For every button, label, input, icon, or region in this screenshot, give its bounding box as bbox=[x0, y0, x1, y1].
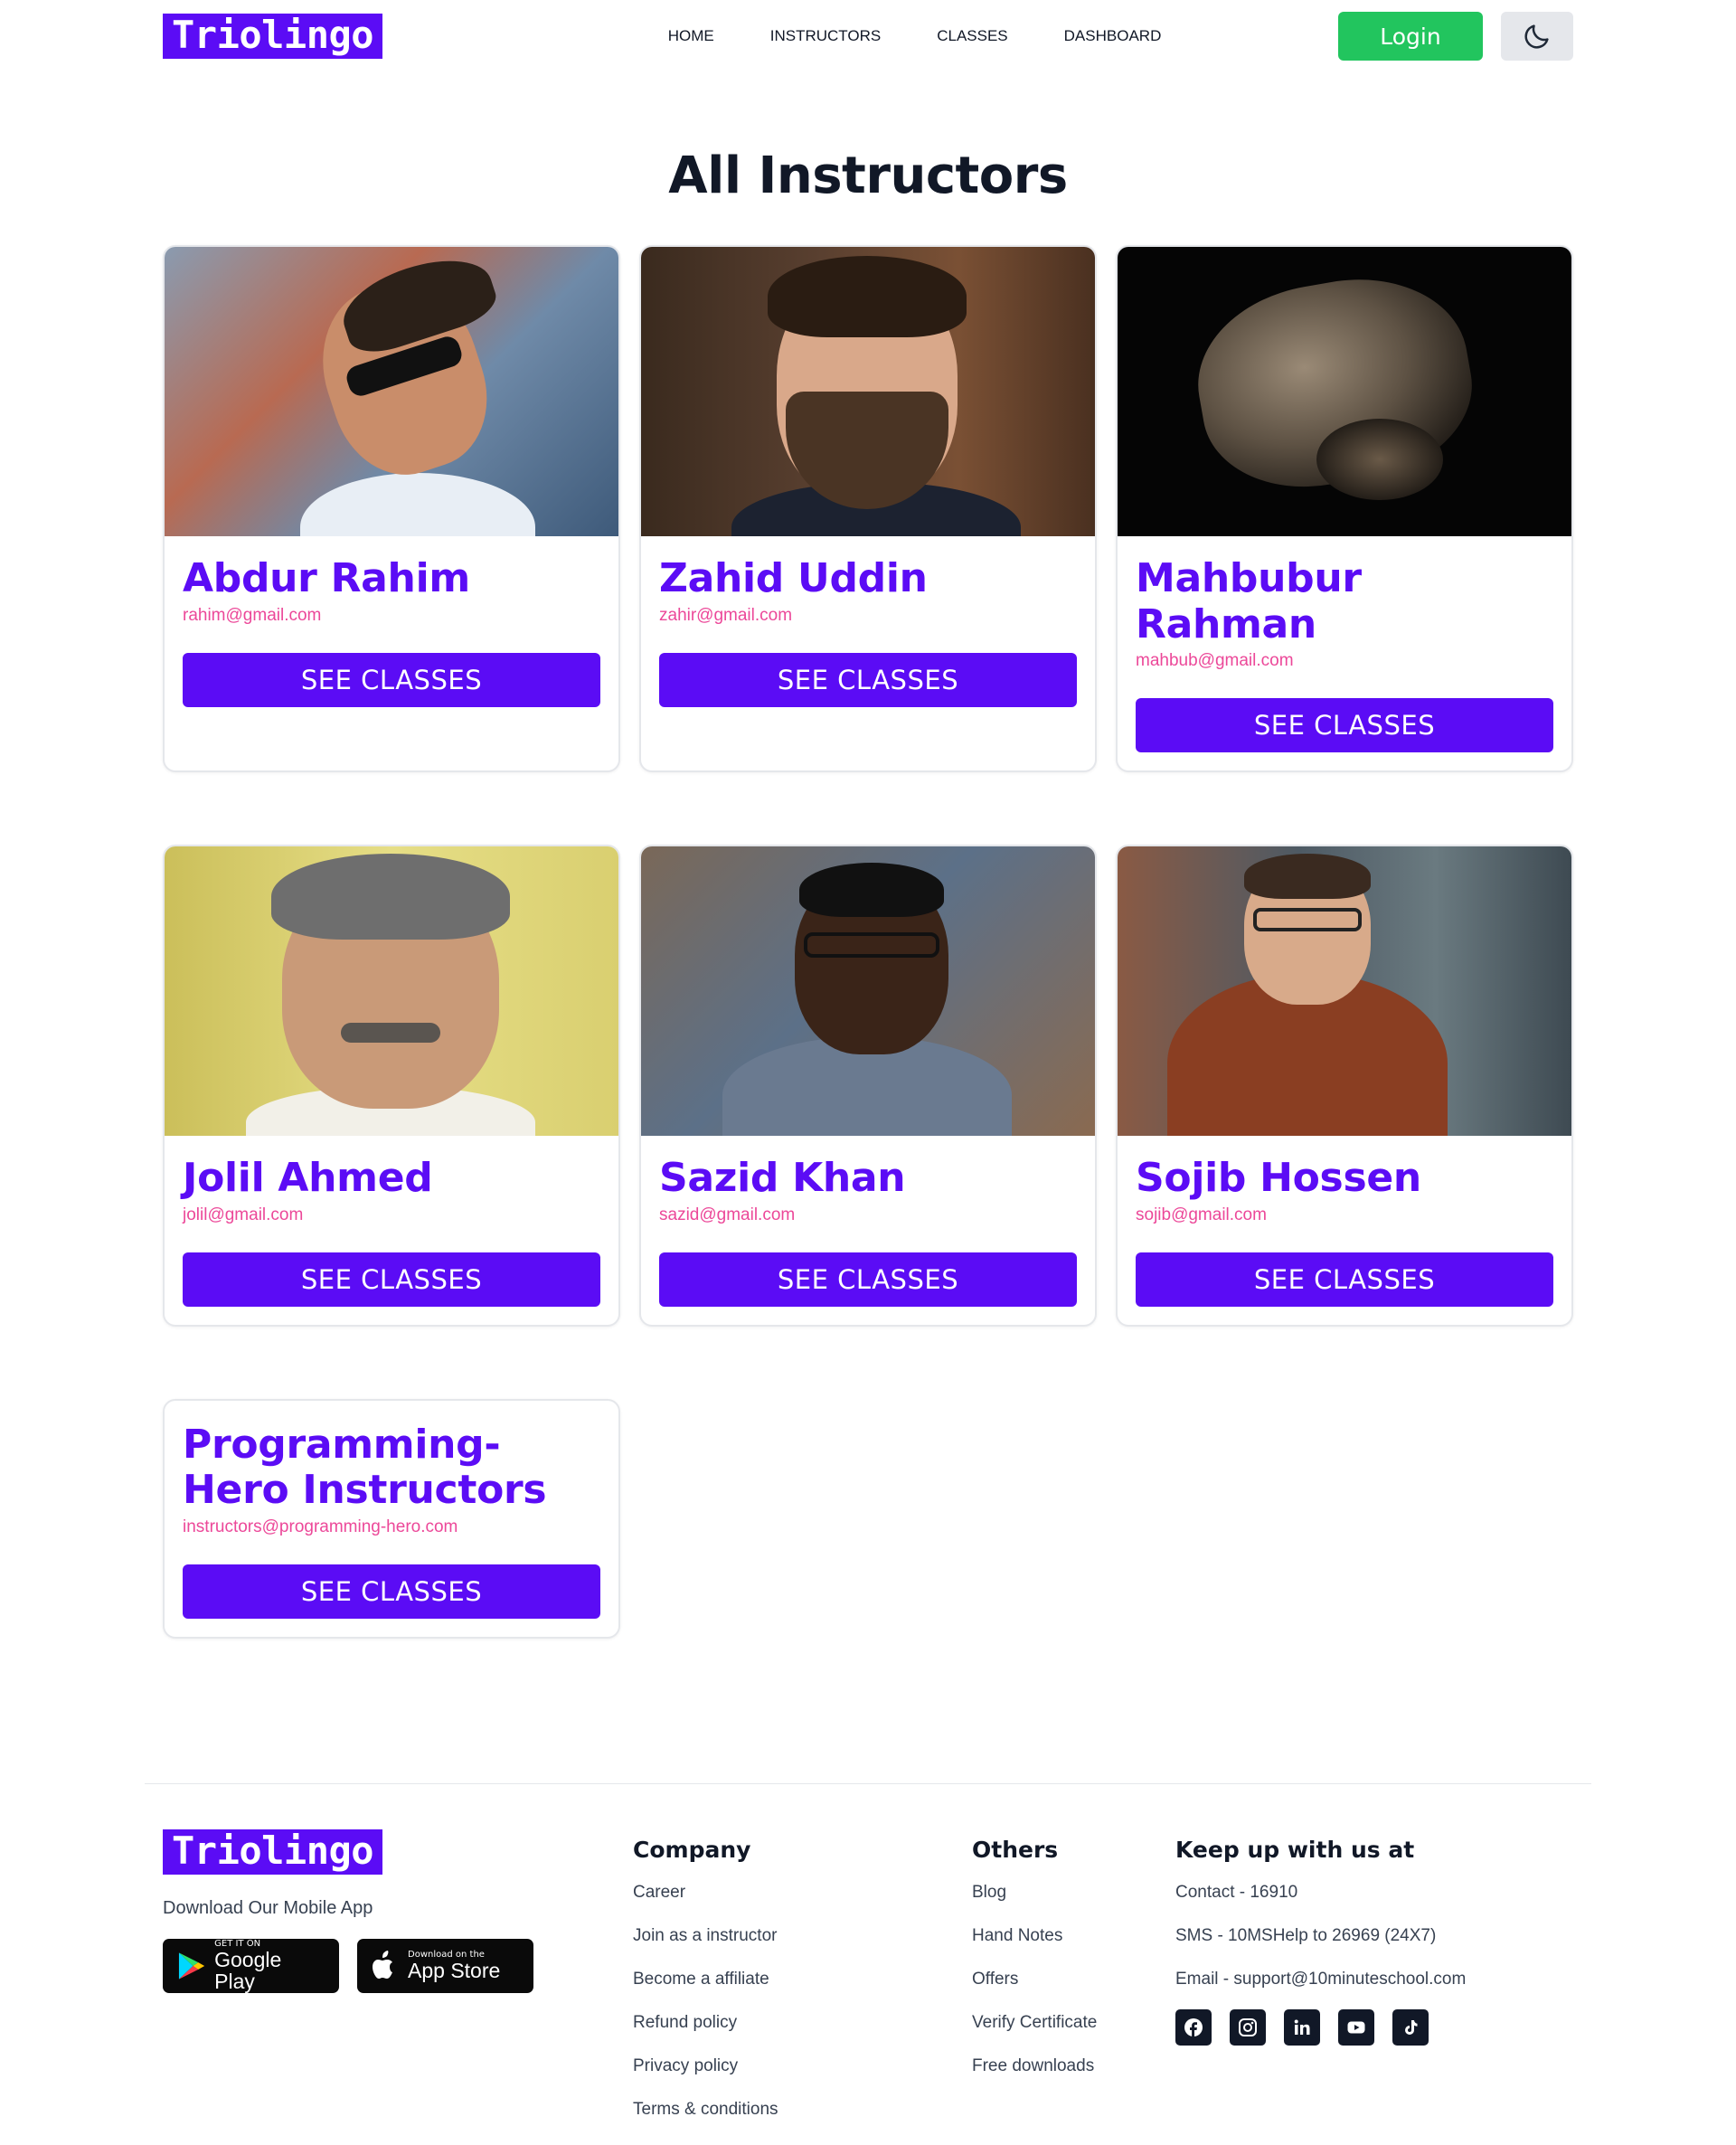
google-play-button[interactable]: GET IT ON Google Play bbox=[163, 1938, 339, 1994]
instructor-card: Jolil Ahmed jolil@gmail.com SEE CLASSES bbox=[163, 845, 620, 1327]
footer-link-career[interactable]: Career bbox=[633, 1883, 972, 1903]
instructor-email: sojib@gmail.com bbox=[1136, 1205, 1267, 1224]
moon-icon bbox=[1524, 24, 1549, 49]
theme-toggle-button[interactable] bbox=[1501, 12, 1573, 61]
apple-icon bbox=[373, 1950, 392, 1979]
see-classes-button[interactable]: SEE CLASSES bbox=[659, 652, 1077, 707]
instructor-email: zahir@gmail.com bbox=[659, 605, 793, 625]
instructor-card: Abdur Rahim rahim@gmail.com SEE CLASSES bbox=[163, 245, 620, 773]
youtube-link[interactable] bbox=[1338, 2008, 1374, 2046]
footer-link-privacy[interactable]: Privacy policy bbox=[633, 2056, 972, 2076]
nav-instructors[interactable]: INSTRUCTORS bbox=[770, 27, 881, 45]
footer-logo[interactable]: Triolingo bbox=[163, 1828, 383, 1875]
tiktok-link[interactable] bbox=[1392, 2008, 1429, 2046]
instructor-card: Sazid Khan sazid@gmail.com SEE CLASSES bbox=[639, 845, 1097, 1327]
see-classes-button[interactable]: SEE CLASSES bbox=[183, 1252, 600, 1307]
see-classes-button[interactable]: SEE CLASSES bbox=[659, 1252, 1077, 1307]
see-classes-button[interactable]: SEE CLASSES bbox=[183, 1564, 600, 1619]
instructor-email: instructors@programming-hero.com bbox=[183, 1517, 458, 1536]
facebook-link[interactable] bbox=[1175, 2008, 1212, 2046]
footer-company: Company Career Join as a instructor Beco… bbox=[633, 1829, 972, 2120]
footer-others: Others Blog Hand Notes Offers Verify Cer… bbox=[972, 1829, 1175, 2120]
footer-contact: Keep up with us at Contact - 16910 SMS -… bbox=[1175, 1829, 1573, 2120]
linkedin-link[interactable] bbox=[1284, 2008, 1320, 2046]
see-classes-button[interactable]: SEE CLASSES bbox=[1136, 1252, 1553, 1307]
instructor-card: Zahid Uddin zahir@gmail.com SEE CLASSES bbox=[639, 245, 1097, 773]
login-button[interactable]: Login bbox=[1338, 12, 1483, 61]
instagram-link[interactable] bbox=[1230, 2008, 1266, 2046]
instructor-email: rahim@gmail.com bbox=[183, 605, 322, 625]
instructor-name: Sojib Hossen bbox=[1136, 1155, 1421, 1202]
footer-company-heading: Company bbox=[633, 1836, 751, 1863]
instructor-name: Zahid Uddin bbox=[659, 555, 928, 601]
footer-link-affiliate[interactable]: Become a affiliate bbox=[633, 1970, 972, 1989]
instructor-email: mahbub@gmail.com bbox=[1136, 651, 1294, 671]
footer-link-refund[interactable]: Refund policy bbox=[633, 2013, 972, 2033]
nav-dashboard[interactable]: DASHBOARD bbox=[1064, 27, 1162, 45]
see-classes-button[interactable]: SEE CLASSES bbox=[183, 652, 600, 707]
footer-link-terms[interactable]: Terms & conditions bbox=[633, 2100, 972, 2120]
instructor-email: jolil@gmail.com bbox=[183, 1205, 304, 1224]
footer-link-blog[interactable]: Blog bbox=[972, 1883, 1175, 1903]
instructor-name: Programming-Hero Instructors bbox=[183, 1421, 547, 1514]
app-store-button[interactable]: Download on the App Store bbox=[357, 1938, 533, 1993]
instagram-icon bbox=[1239, 2017, 1257, 2036]
instructor-grid: Abdur Rahim rahim@gmail.com SEE CLASSES … bbox=[163, 245, 1573, 1639]
tiktok-icon bbox=[1405, 2019, 1418, 2035]
google-play-icon bbox=[178, 1952, 205, 1980]
navbar: Triolingo HOME INSTRUCTORS CLASSES DASHB… bbox=[163, 0, 1573, 72]
social-links bbox=[1175, 2008, 1573, 2046]
footer-link-join-instructor[interactable]: Join as a instructor bbox=[633, 1926, 972, 1946]
contact-sms: SMS - 10MSHelp to 26969 (24X7) bbox=[1175, 1925, 1437, 1945]
footer-link-offers[interactable]: Offers bbox=[972, 1970, 1175, 1989]
nav-classes[interactable]: CLASSES bbox=[937, 27, 1007, 45]
instructor-photo bbox=[1118, 247, 1571, 536]
youtube-icon bbox=[1347, 2021, 1365, 2034]
contact-email: Email - support@10minuteschool.com bbox=[1175, 1969, 1467, 1989]
app-download-tagline: Download Our Mobile App bbox=[163, 1897, 373, 1918]
site-logo[interactable]: Triolingo bbox=[163, 14, 383, 59]
nav-links: HOME INSTRUCTORS CLASSES DASHBOARD bbox=[668, 27, 1162, 45]
nav-actions: Login bbox=[1338, 12, 1573, 61]
see-classes-button[interactable]: SEE CLASSES bbox=[1136, 698, 1553, 753]
contact-phone: Contact - 16910 bbox=[1175, 1882, 1298, 1902]
page-title: All Instructors bbox=[668, 146, 1068, 205]
footer-link-hand-notes[interactable]: Hand Notes bbox=[972, 1926, 1175, 1946]
instructor-photo bbox=[165, 247, 618, 536]
app-store-label: App Store bbox=[408, 1959, 501, 1983]
instructor-photo bbox=[1118, 846, 1571, 1137]
instructor-name: Abdur Rahim bbox=[183, 555, 470, 601]
instructor-card: Programming-Hero Instructors instructors… bbox=[163, 1398, 620, 1639]
instructor-photo bbox=[641, 247, 1095, 536]
instructor-name: Sazid Khan bbox=[659, 1155, 906, 1202]
instructor-name: Jolil Ahmed bbox=[183, 1155, 433, 1202]
nav-home[interactable]: HOME bbox=[668, 27, 714, 45]
facebook-icon bbox=[1184, 2017, 1203, 2036]
instructor-photo bbox=[165, 846, 618, 1137]
instructor-photo bbox=[641, 846, 1095, 1137]
footer-contact-heading: Keep up with us at bbox=[1175, 1836, 1415, 1863]
instructor-name: Mahbubur Rahman bbox=[1136, 555, 1362, 647]
instructor-card: Mahbubur Rahman mahbub@gmail.com SEE CLA… bbox=[1116, 245, 1573, 773]
instructor-card: Sojib Hossen sojib@gmail.com SEE CLASSES bbox=[1116, 845, 1573, 1327]
linkedin-icon bbox=[1294, 2019, 1310, 2035]
instructor-email: sazid@gmail.com bbox=[659, 1205, 796, 1224]
google-play-label: Google Play bbox=[214, 1948, 282, 1994]
footer-link-downloads[interactable]: Free downloads bbox=[972, 2056, 1175, 2076]
footer-divider bbox=[145, 1782, 1591, 1784]
footer: Triolingo Download Our Mobile App GET IT… bbox=[163, 1828, 1573, 2120]
footer-others-heading: Others bbox=[972, 1836, 1059, 1863]
footer-link-verify[interactable]: Verify Certificate bbox=[972, 2013, 1175, 2033]
